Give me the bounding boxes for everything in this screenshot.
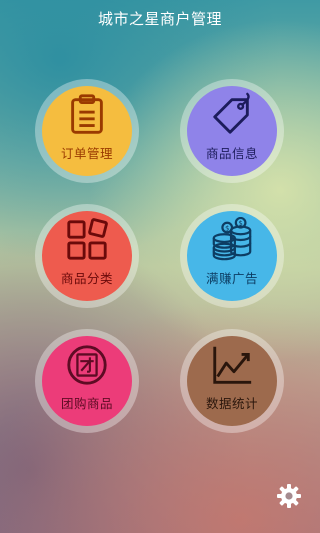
order-management-label: 订单管理 <box>60 146 113 161</box>
group-buy-button[interactable]: 团购商品 <box>35 329 139 433</box>
group-buy-circle: 团购商品 <box>42 336 132 426</box>
price-tag-icon <box>213 92 250 134</box>
product-category-button[interactable]: 商品分类 <box>35 204 139 308</box>
order-management-circle: 订单管理 <box>42 86 132 176</box>
product-category-circle: 商品分类 <box>42 211 132 301</box>
svg-text:$: $ <box>225 224 229 232</box>
settings-button[interactable] <box>276 483 302 509</box>
product-category-label: 商品分类 <box>60 271 113 286</box>
product-info-circle: 商品信息 <box>187 86 277 176</box>
data-statistics-button[interactable]: 数据统计 <box>180 329 284 433</box>
coin-stack-icon: $ $ <box>212 217 252 261</box>
earn-ads-circle: $ $ 满赚广告 <box>187 211 277 301</box>
group-buy-label: 团购商品 <box>60 396 113 411</box>
data-statistics-circle: 数据统计 <box>187 336 277 426</box>
product-info-button[interactable]: 商品信息 <box>180 79 284 183</box>
earn-ads-label: 满赚广告 <box>205 271 258 286</box>
svg-text:$: $ <box>238 220 242 228</box>
order-management-button[interactable]: 订单管理 <box>35 79 139 183</box>
group-buy-icon <box>67 345 107 385</box>
category-grid-icon <box>67 218 108 260</box>
line-chart-icon <box>213 346 252 384</box>
earn-ads-button[interactable]: $ $ 满赚广告 <box>180 204 284 308</box>
app-header: 城市之星商户管理 <box>0 0 320 36</box>
product-info-label: 商品信息 <box>205 146 258 161</box>
data-statistics-label: 数据统计 <box>205 396 258 411</box>
clipboard-icon <box>71 94 103 134</box>
gear-icon <box>277 484 301 508</box>
app-title: 城市之星商户管理 <box>97 9 222 28</box>
